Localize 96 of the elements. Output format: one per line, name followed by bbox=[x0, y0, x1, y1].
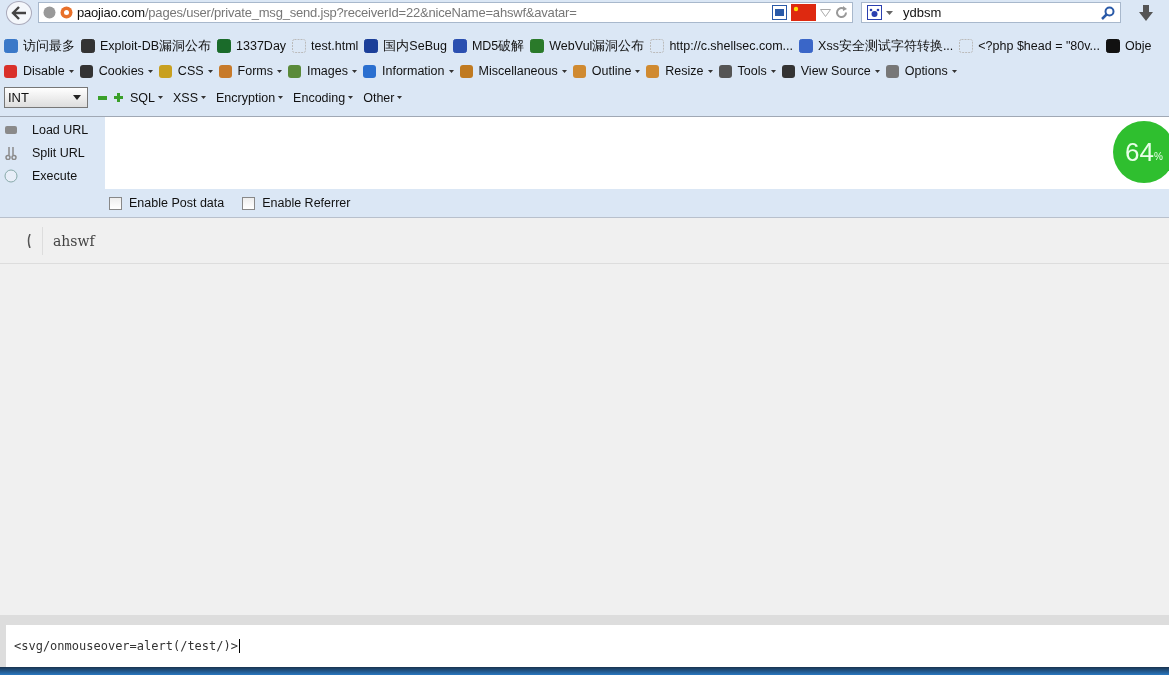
address-bar[interactable]: paojiao.com/pages/user/private_msg_send.jsp?receiverId=22&niceName=ahswf&avatar= bbox=[38, 2, 853, 23]
search-icon[interactable] bbox=[1101, 5, 1115, 20]
hackbar-menu[interactable]: XSS bbox=[173, 90, 207, 105]
toolbar-menu[interactable]: Tools bbox=[717, 63, 776, 79]
toolbar-menu[interactable]: Information bbox=[362, 63, 454, 79]
toolbar-menu[interactable]: Forms bbox=[217, 63, 282, 79]
toolbar-menu[interactable]: Miscellaneous bbox=[458, 63, 567, 79]
action-icon bbox=[4, 168, 18, 183]
caret-icon bbox=[951, 69, 957, 73]
hackbar-action[interactable]: Split URL bbox=[0, 146, 105, 160]
bookmark-link[interactable]: <?php $head = "80v... bbox=[959, 39, 1100, 53]
site-icon bbox=[60, 6, 73, 19]
menu-icon bbox=[717, 63, 733, 79]
toolbar-menu[interactable]: Resize bbox=[645, 63, 713, 79]
bookmark-link[interactable]: 访问最多 bbox=[4, 37, 75, 55]
menu-icon bbox=[645, 63, 661, 79]
option-checkbox[interactable]: Enable Referrer bbox=[242, 196, 351, 210]
toolbar-menu[interactable]: Disable bbox=[3, 63, 74, 79]
bookmark-link[interactable]: Obje bbox=[1106, 39, 1152, 53]
caret-icon bbox=[397, 96, 403, 99]
caret-icon bbox=[73, 95, 81, 100]
hackbar-menu[interactable]: Other bbox=[363, 90, 403, 105]
hackbar-menu[interactable]: Encoding bbox=[293, 90, 354, 105]
download-icon[interactable] bbox=[1139, 4, 1153, 21]
bookmark-icon bbox=[364, 39, 379, 53]
bookmark-icon bbox=[292, 39, 307, 53]
message-field[interactable]: <svg/onmouseover=alert(/test/)> bbox=[6, 625, 1169, 667]
plus-icon[interactable] bbox=[114, 93, 123, 102]
bookmark-link[interactable]: WebVul漏洞公布 bbox=[530, 37, 645, 55]
caret-icon bbox=[158, 96, 163, 99]
paw-icon bbox=[867, 5, 882, 20]
hackbar-menu[interactable]: Encryption bbox=[216, 90, 284, 105]
bookmark-icon bbox=[452, 39, 467, 53]
bookmark-icon bbox=[799, 39, 814, 53]
toolbar-menu[interactable]: Images bbox=[287, 63, 357, 79]
recipient-name: ahswf bbox=[42, 226, 95, 255]
menu-icon bbox=[78, 63, 94, 79]
menu-icon bbox=[780, 63, 796, 79]
hackbar-action[interactable]: Execute bbox=[0, 168, 105, 183]
toolbar-menu[interactable]: Options bbox=[884, 63, 957, 79]
bookmark-icon bbox=[4, 39, 18, 53]
type-select[interactable]: INT bbox=[4, 87, 88, 108]
bookmark-link[interactable]: Exploit-DB漏洞公布 bbox=[81, 37, 212, 55]
bookmark-icon bbox=[81, 39, 95, 53]
bookmark-link[interactable]: 1337Day bbox=[217, 39, 287, 53]
toolbar-menu[interactable]: Cookies bbox=[78, 63, 153, 79]
caret-icon bbox=[147, 69, 153, 73]
caret-icon bbox=[448, 69, 454, 73]
menu-icon bbox=[287, 63, 302, 79]
toolbar-menu[interactable]: Outline bbox=[571, 63, 641, 79]
menu-icon bbox=[884, 63, 900, 79]
bookmark-icon bbox=[959, 39, 974, 53]
caret-icon bbox=[635, 69, 641, 73]
menu-icon bbox=[571, 63, 587, 79]
caret-icon bbox=[352, 69, 357, 73]
reload-icon[interactable] bbox=[835, 6, 848, 19]
caret-icon bbox=[770, 69, 776, 73]
search-value: ydbsm bbox=[902, 5, 943, 20]
bookmark-link[interactable]: test.html bbox=[292, 39, 359, 53]
caret-icon[interactable] bbox=[886, 10, 893, 15]
caret-icon bbox=[561, 69, 567, 73]
toolbar-menu[interactable]: View Source bbox=[780, 63, 880, 79]
bookmark-link[interactable]: http://c.shellsec.com... bbox=[650, 39, 794, 53]
caret-icon bbox=[277, 69, 282, 73]
bookmark-link[interactable]: MD5破解 bbox=[452, 37, 525, 55]
caret-icon bbox=[207, 69, 213, 73]
hackbar-action[interactable]: Load URL bbox=[0, 123, 105, 138]
flag-icon bbox=[791, 4, 816, 21]
caret-icon bbox=[278, 96, 284, 99]
bookmark-icon bbox=[650, 39, 665, 53]
caret-icon bbox=[68, 69, 74, 73]
menu-icon bbox=[458, 63, 474, 79]
toolbar-menu[interactable]: CSS bbox=[157, 63, 213, 79]
globe-icon bbox=[43, 6, 56, 19]
back-arrow-icon bbox=[11, 5, 27, 20]
menu-icon bbox=[362, 63, 377, 79]
caret-icon bbox=[348, 96, 354, 99]
caret-icon bbox=[201, 96, 207, 99]
back-button[interactable] bbox=[6, 0, 32, 25]
action-icon bbox=[4, 146, 18, 160]
caret-icon bbox=[707, 69, 713, 73]
bookmark-icon bbox=[530, 39, 545, 53]
menu-icon bbox=[3, 63, 18, 79]
bookmark-icon bbox=[217, 39, 232, 53]
search-field[interactable]: ydbsm bbox=[861, 2, 1121, 23]
menu-icon bbox=[217, 63, 233, 79]
minus-icon[interactable] bbox=[98, 93, 107, 102]
document-icon[interactable] bbox=[772, 5, 787, 20]
hackbar-menu[interactable]: SQL bbox=[130, 90, 163, 105]
bookmark-link[interactable]: 国内SeBug bbox=[364, 37, 447, 55]
menu-icon bbox=[157, 63, 173, 79]
url-text: paojiao.com/pages/user/private_msg_send.jsp?receiverId=22&niceName=ahswf&avatar= bbox=[77, 5, 578, 20]
bookmark-icon bbox=[1106, 39, 1120, 53]
caret-icon bbox=[874, 69, 880, 73]
option-checkbox[interactable]: Enable Post data bbox=[109, 196, 225, 210]
bookmark-link[interactable]: Xss安全测试字符转换... bbox=[799, 37, 954, 55]
